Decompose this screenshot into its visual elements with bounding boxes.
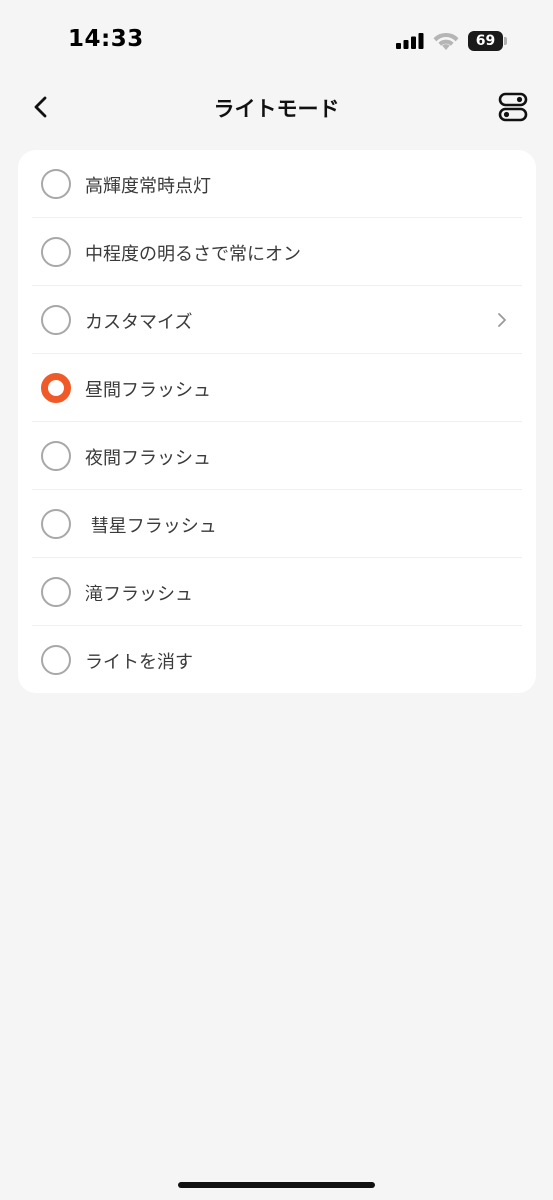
radio-button-selected[interactable] xyxy=(41,373,71,403)
status-time: 14:33 xyxy=(68,26,144,52)
battery-indicator: 69 xyxy=(468,31,508,51)
cellular-signal-icon xyxy=(396,33,424,49)
home-indicator xyxy=(178,1182,375,1188)
option-customize[interactable]: カスタマイズ xyxy=(18,286,536,354)
status-bar: 14:33 69 xyxy=(0,0,553,80)
radio-button[interactable] xyxy=(41,441,71,471)
option-label: 滝フラッシュ xyxy=(85,584,193,605)
option-medium-brightness-constant[interactable]: 中程度の明るさで常にオン xyxy=(18,218,536,286)
radio-button[interactable] xyxy=(41,577,71,607)
radio-button[interactable] xyxy=(41,169,71,199)
wifi-icon xyxy=(433,32,459,50)
option-high-brightness-constant[interactable]: 高輝度常時点灯 xyxy=(18,150,536,218)
radio-button[interactable] xyxy=(41,237,71,267)
toggles-icon[interactable] xyxy=(497,91,529,123)
page-title: ライトモード xyxy=(213,97,340,121)
battery-level: 69 xyxy=(468,31,503,51)
option-label: ライトを消す xyxy=(85,652,193,673)
option-label: 夜間フラッシュ xyxy=(85,448,211,469)
radio-button[interactable] xyxy=(41,645,71,675)
chevron-right-icon xyxy=(498,313,506,327)
radio-button[interactable] xyxy=(41,305,71,335)
option-label: 彗星フラッシュ xyxy=(85,516,217,537)
option-night-flash[interactable]: 夜間フラッシュ xyxy=(18,422,536,490)
header: ライトモード xyxy=(0,80,553,134)
option-waterfall-flash[interactable]: 滝フラッシュ xyxy=(18,558,536,626)
radio-button[interactable] xyxy=(41,509,71,539)
option-label: 中程度の明るさで常にオン xyxy=(85,244,301,265)
option-comet-flash[interactable]: 彗星フラッシュ xyxy=(18,490,536,558)
option-light-off[interactable]: ライトを消す xyxy=(18,626,536,693)
battery-cap xyxy=(504,37,507,45)
option-label: 昼間フラッシュ xyxy=(85,380,211,401)
option-daytime-flash[interactable]: 昼間フラッシュ xyxy=(18,354,536,422)
option-label: 高輝度常時点灯 xyxy=(85,176,211,197)
option-label: カスタマイズ xyxy=(85,312,193,333)
light-mode-options: 高輝度常時点灯 中程度の明るさで常にオン カスタマイズ 昼間フラッシュ 夜間フラ… xyxy=(18,150,536,693)
screen: 14:33 69 ライトモード 高輝度常時点灯 中程度の明るさで常にオン カスタ… xyxy=(0,0,553,1200)
